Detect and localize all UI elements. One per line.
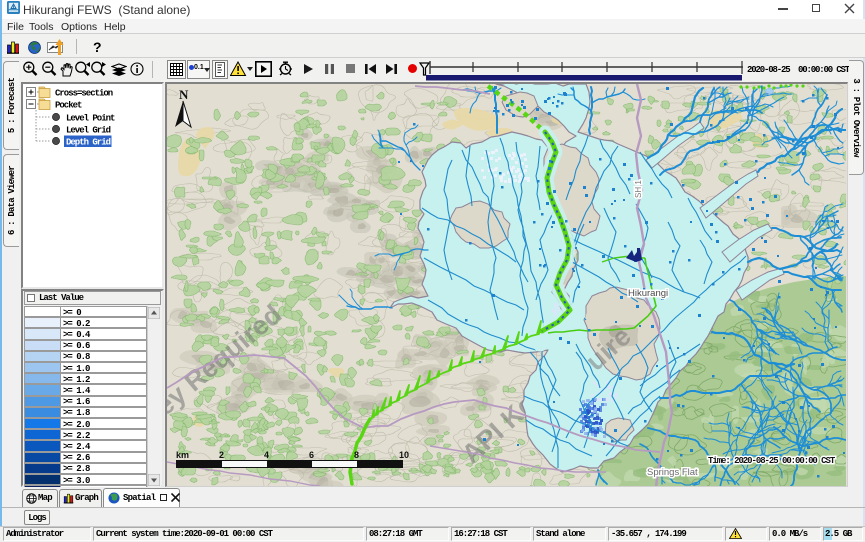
svg-text:SH 1: SH 1 <box>634 180 643 198</box>
svg-text:Cross=section: Cross=section <box>55 89 113 99</box>
svg-text:Hikurangi: Hikurangi <box>628 288 668 299</box>
svg-text:10: 10 <box>399 450 409 460</box>
svg-text:Level Point: Level Point <box>66 114 115 124</box>
svg-text:Time: 2020-08-25 00:00:00 CST: Time: 2020-08-25 00:00:00 CST <box>708 456 836 466</box>
svg-text:N: N <box>179 87 189 102</box>
svg-text:4: 4 <box>264 450 269 460</box>
svg-text:Springs Flat: Springs Flat <box>647 467 698 478</box>
svg-text:8: 8 <box>354 450 359 460</box>
svg-text:km: km <box>176 450 189 460</box>
svg-text:6: 6 <box>309 450 314 460</box>
svg-text:Pocket: Pocket <box>55 101 82 111</box>
svg-text:Level Grid: Level Grid <box>66 126 111 136</box>
svg-text:2: 2 <box>219 450 224 460</box>
svg-text:Depth Grid: Depth Grid <box>66 138 111 148</box>
